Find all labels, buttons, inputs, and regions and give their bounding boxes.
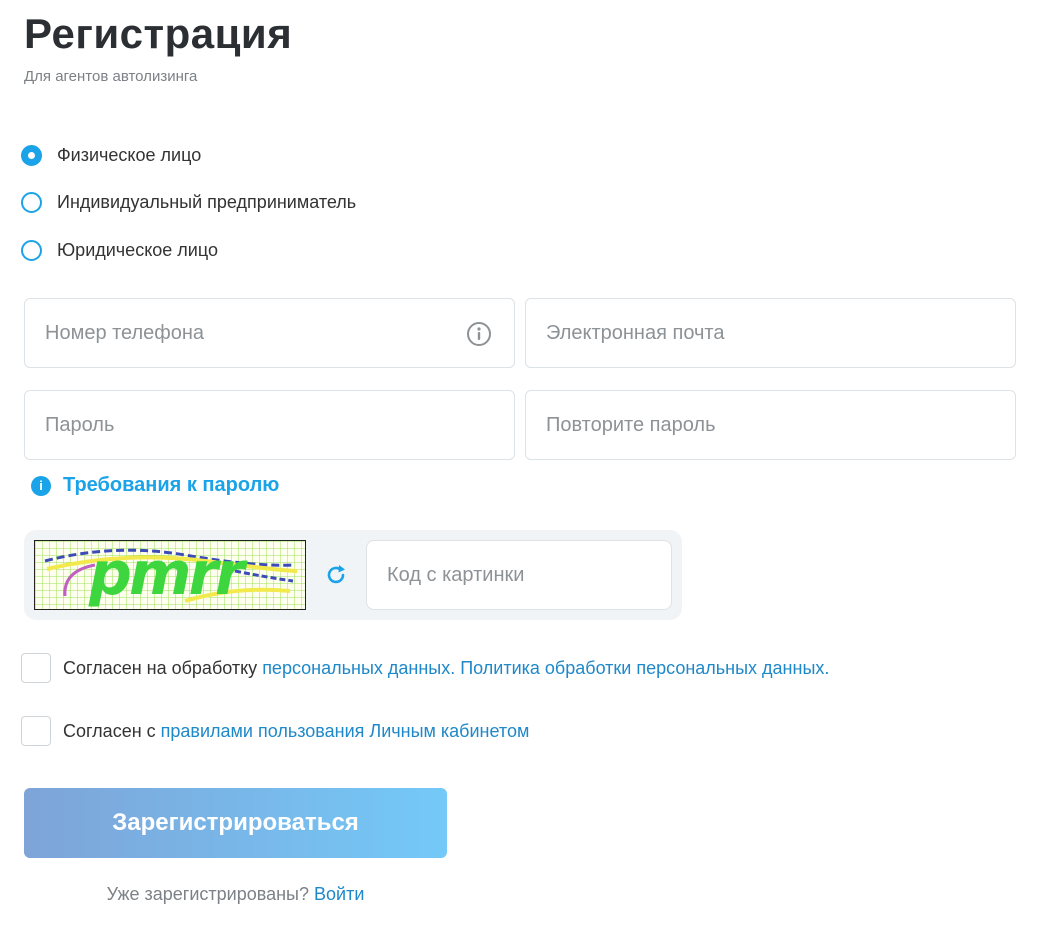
terms-link[interactable]: правилами пользования Личным кабинетом	[161, 721, 530, 741]
password-requirements-label: Требования к паролю	[63, 474, 280, 496]
email-input[interactable]	[526, 299, 1015, 367]
phone-input[interactable]	[25, 299, 514, 367]
personal-data-link[interactable]: персональных данных.	[262, 658, 455, 678]
consent-personal-data-text: Согласен на обработку персональных данны…	[63, 658, 829, 679]
password-repeat-field-container	[525, 390, 1016, 460]
consent-terms-text: Согласен с правилами пользования Личным …	[63, 721, 529, 742]
consent-personal-data-prefix: Согласен на обработку	[63, 657, 263, 678]
radio-button[interactable]	[21, 192, 42, 213]
page-title: Регистрация	[24, 10, 293, 57]
email-field-container	[525, 298, 1016, 368]
captcha-field-container	[366, 540, 672, 610]
register-button[interactable]: Зарегистрироваться	[24, 788, 447, 858]
page-subtitle: Для агентов автолизинга	[24, 68, 198, 85]
info-circle-icon: i	[31, 475, 51, 496]
radio-label-entrepreneur: Индивидуальный предприниматель	[57, 192, 357, 212]
login-prompt-text: Уже зарегистрированы?	[106, 884, 314, 904]
captcha-text: pmrr	[89, 540, 245, 609]
consent-terms-prefix: Согласен с	[63, 720, 161, 741]
radio-button-checked[interactable]	[21, 145, 42, 166]
privacy-policy-link[interactable]: Политика обработки персональных данных.	[455, 658, 829, 678]
radio-label-individual: Физическое лицо	[57, 145, 202, 165]
password-input[interactable]	[25, 391, 514, 459]
captcha-container: pmrr	[24, 530, 682, 620]
radio-legal-entity[interactable]: Юридическое лицо	[21, 240, 218, 261]
password-requirements-link[interactable]: i Требования к паролю	[31, 474, 279, 497]
radio-individual[interactable]: Физическое лицо	[21, 145, 201, 166]
captcha-image: pmrr	[34, 540, 306, 610]
refresh-icon[interactable]	[324, 563, 348, 587]
password-field-container	[24, 390, 515, 460]
phone-field-container	[24, 298, 515, 368]
radio-entrepreneur[interactable]: Индивидуальный предприниматель	[21, 192, 356, 213]
login-prompt: Уже зарегистрированы? Войти	[24, 884, 447, 905]
consent-terms-row: Согласен с правилами пользования Личным …	[21, 716, 529, 746]
login-link[interactable]: Войти	[314, 884, 364, 904]
consent-personal-data-checkbox[interactable]	[21, 653, 51, 683]
consent-terms-checkbox[interactable]	[21, 716, 51, 746]
radio-button[interactable]	[21, 240, 42, 261]
radio-label-legal-entity: Юридическое лицо	[57, 240, 218, 260]
consent-personal-data-row: Согласен на обработку персональных данны…	[21, 653, 829, 683]
password-repeat-input[interactable]	[526, 391, 1015, 459]
info-icon[interactable]	[466, 321, 492, 347]
captcha-input[interactable]	[367, 541, 671, 609]
